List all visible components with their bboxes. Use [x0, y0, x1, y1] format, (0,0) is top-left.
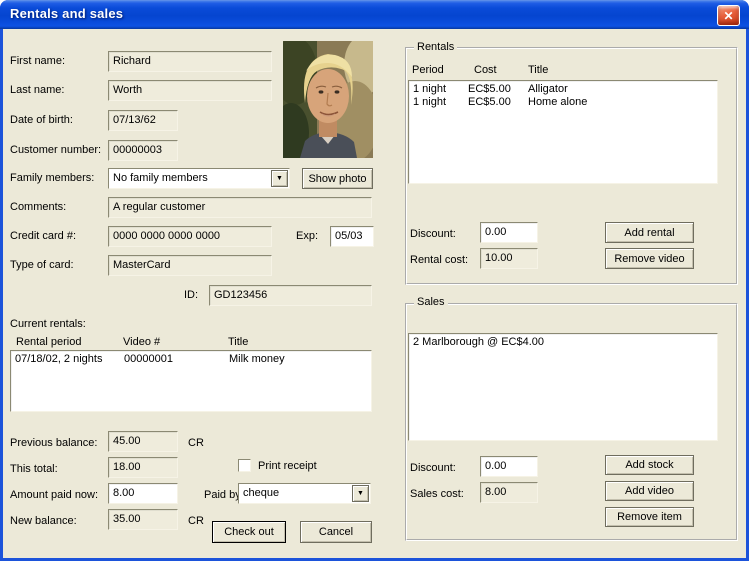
- sale-item-text: 2 Marlborough @ EC$4.00: [413, 336, 545, 348]
- rental-row[interactable]: 1 night EC$5.00 Alligator: [409, 83, 717, 96]
- exp-field[interactable]: 05/03: [330, 226, 374, 247]
- dropdown-arrow-icon: ▼: [357, 490, 364, 497]
- date-of-birth-label: Date of birth:: [10, 114, 73, 126]
- family-members-combobox[interactable]: No family members ▼: [108, 168, 290, 189]
- previous-balance-field: 45.00: [108, 431, 178, 452]
- remove-video-button[interactable]: Remove video: [605, 248, 694, 269]
- current-rentals-header-period: Rental period: [16, 336, 82, 348]
- current-rental-title: Milk money: [229, 353, 285, 365]
- show-photo-button[interactable]: Show photo: [302, 168, 373, 189]
- rentals-header-title: Title: [528, 64, 549, 76]
- family-members-dropdown-button[interactable]: ▼: [271, 170, 288, 187]
- current-rentals-label: Current rentals:: [10, 318, 86, 330]
- rental-cost: EC$5.00: [468, 83, 511, 95]
- customer-number-label: Customer number:: [10, 144, 102, 156]
- id-label: ID:: [184, 289, 199, 301]
- print-receipt-label: Print receipt: [258, 460, 317, 472]
- paid-by-combobox[interactable]: cheque ▼: [238, 483, 371, 504]
- rental-period: 1 night: [413, 83, 447, 95]
- current-rental-row[interactable]: 07/18/02, 2 nights 00000001 Milk money: [11, 353, 371, 366]
- amount-paid-label: Amount paid now:: [10, 489, 99, 501]
- comments-label: Comments:: [10, 201, 67, 213]
- paid-by-value: cheque: [243, 487, 280, 499]
- rental-period: 1 night: [413, 96, 447, 108]
- remove-item-button[interactable]: Remove item: [605, 507, 694, 527]
- amount-paid-field[interactable]: 8.00: [108, 483, 178, 504]
- current-rentals-header-title: Title: [228, 336, 249, 348]
- this-total-label: This total:: [10, 463, 58, 475]
- current-rentals-list[interactable]: 07/18/02, 2 nights 00000001 Milk money: [10, 350, 372, 412]
- customer-number-field: 00000003: [108, 140, 178, 161]
- credit-card-label: Credit card #:: [10, 230, 77, 242]
- comments-field: A regular customer: [108, 197, 372, 218]
- rentals-and-sales-window: Rentals and sales ✕ First name: Richard …: [0, 0, 749, 561]
- first-name-label: First name:: [10, 55, 66, 67]
- first-name-field: Richard: [108, 51, 272, 72]
- rentals-header-cost: Cost: [474, 64, 497, 76]
- sales-group-label: Sales: [414, 296, 448, 308]
- current-rental-video-number: 00000001: [124, 353, 173, 365]
- current-rentals-header-video: Video #: [123, 336, 161, 348]
- sales-cost-label: Sales cost:: [410, 488, 464, 500]
- rental-cost-label: Rental cost:: [410, 254, 469, 266]
- sales-discount-label: Discount:: [410, 462, 456, 474]
- print-receipt-checkbox[interactable]: [238, 459, 251, 472]
- last-name-field: Worth: [108, 80, 272, 101]
- close-icon: ✕: [723, 8, 734, 23]
- credit-card-field: 0000 0000 0000 0000: [108, 226, 272, 247]
- sale-item-row[interactable]: 2 Marlborough @ EC$4.00: [409, 336, 717, 349]
- rentals-list[interactable]: 1 night EC$5.00 Alligator 1 night EC$5.0…: [408, 80, 718, 184]
- new-balance-field: 35.00: [108, 509, 178, 530]
- rental-row[interactable]: 1 night EC$5.00 Home alone: [409, 96, 717, 109]
- id-field: GD123456: [209, 285, 372, 306]
- add-video-button[interactable]: Add video: [605, 481, 694, 501]
- new-balance-cr: CR: [188, 515, 204, 527]
- card-type-label: Type of card:: [10, 259, 74, 271]
- paid-by-dropdown-button[interactable]: ▼: [352, 485, 369, 502]
- add-rental-button[interactable]: Add rental: [605, 222, 694, 243]
- sales-cost-field: 8.00: [480, 482, 538, 503]
- rentals-group-label: Rentals: [414, 41, 458, 53]
- dialog-body: First name: Richard Last name: Worth Dat…: [3, 29, 746, 558]
- add-stock-button[interactable]: Add stock: [605, 455, 694, 475]
- this-total-field: 18.00: [108, 457, 178, 478]
- exp-label: Exp:: [296, 230, 319, 242]
- sales-discount-field[interactable]: 0.00: [480, 456, 538, 477]
- rentals-discount-label: Discount:: [410, 228, 456, 240]
- check-out-button[interactable]: Check out: [212, 521, 286, 543]
- family-members-value: No family members: [113, 172, 208, 184]
- card-type-field: MasterCard: [108, 255, 272, 276]
- cancel-button[interactable]: Cancel: [300, 521, 372, 543]
- current-rental-period: 07/18/02, 2 nights: [15, 353, 103, 365]
- rental-title: Alligator: [528, 83, 568, 95]
- rental-title: Home alone: [528, 96, 588, 108]
- previous-balance-label: Previous balance:: [10, 437, 98, 449]
- titlebar[interactable]: Rentals and sales ✕: [0, 0, 749, 29]
- new-balance-label: New balance:: [10, 515, 77, 527]
- previous-balance-cr: CR: [188, 437, 204, 449]
- last-name-label: Last name:: [10, 84, 65, 96]
- dropdown-arrow-icon: ▼: [276, 175, 283, 182]
- rental-cost: EC$5.00: [468, 96, 511, 108]
- family-members-label: Family members:: [10, 172, 95, 184]
- sales-list[interactable]: 2 Marlborough @ EC$4.00: [408, 333, 718, 441]
- customer-photo: [283, 41, 373, 158]
- window-title: Rentals and sales: [10, 6, 124, 21]
- date-of-birth-field: 07/13/62: [108, 110, 178, 131]
- rentals-discount-field[interactable]: 0.00: [480, 222, 538, 243]
- rental-cost-field: 10.00: [480, 248, 538, 269]
- close-button[interactable]: ✕: [717, 5, 740, 26]
- rentals-header-period: Period: [412, 64, 444, 76]
